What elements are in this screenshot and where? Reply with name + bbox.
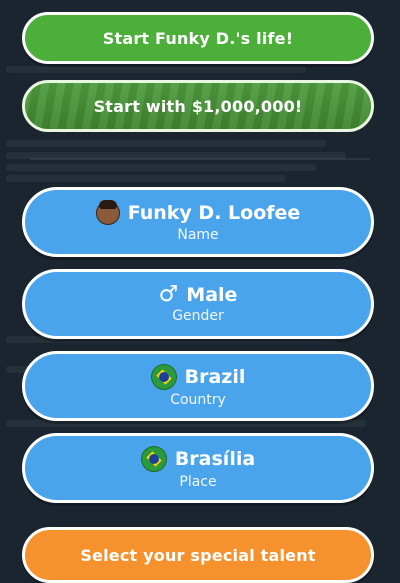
name-button[interactable]: Funky D. Loofee Name (22, 187, 374, 257)
place-caption: Place (179, 474, 217, 490)
special-talent-button[interactable]: Select your special talent (22, 527, 374, 583)
brazil-flag-icon (140, 446, 167, 472)
country-value: Brazil (184, 366, 246, 388)
gender-value: Male (186, 284, 238, 306)
start-million-button[interactable]: Start with $1,000,000! (22, 80, 374, 132)
start-life-button[interactable]: Start Funky D.'s life! (22, 12, 374, 64)
special-talent-label: Select your special talent (80, 545, 316, 565)
start-life-label: Start Funky D.'s life! (102, 28, 294, 48)
start-million-label: Start with $1,000,000! (93, 96, 303, 116)
name-caption: Name (177, 227, 219, 243)
avatar-icon (95, 200, 120, 225)
country-caption: Country (170, 392, 226, 408)
place-value: Brasília (174, 448, 256, 470)
country-button[interactable]: Brazil Country (22, 351, 374, 421)
brazil-flag-icon (150, 364, 177, 390)
gender-caption: Gender (172, 308, 224, 324)
name-value: Funky D. Loofee (127, 202, 301, 224)
gender-button[interactable]: ♂ Male Gender (22, 269, 374, 339)
male-symbol-icon: ♂ (158, 282, 179, 307)
divider (30, 158, 370, 160)
place-button[interactable]: Brasília Place (22, 433, 374, 503)
